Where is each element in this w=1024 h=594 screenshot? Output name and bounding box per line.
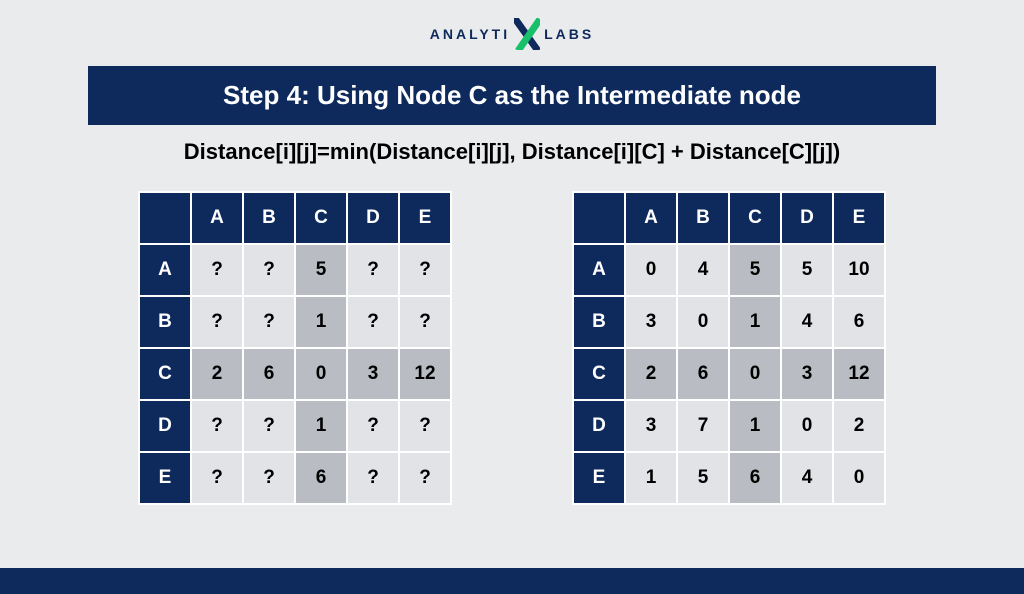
matrix-left-row-header: B [140, 297, 190, 347]
footer-bar [0, 568, 1024, 594]
matrix-left-col-header: C [296, 193, 346, 243]
matrix-left-cell: ? [192, 245, 242, 295]
matrix-left-corner [140, 193, 190, 243]
matrix-left-cell: ? [400, 297, 450, 347]
matrix-left-row-header: A [140, 245, 190, 295]
matrix-right-cell: 3 [782, 349, 832, 399]
matrix-right-cell: 5 [782, 245, 832, 295]
matrix-right-cell: 4 [782, 453, 832, 503]
matrix-left-cell: ? [192, 453, 242, 503]
matrix-right-cell: 6 [834, 297, 884, 347]
step-title-banner: Step 4: Using Node C as the Intermediate… [88, 66, 936, 125]
matrix-right-col-header: A [626, 193, 676, 243]
matrix-left-cell: ? [348, 453, 398, 503]
matrix-right-cell: 6 [678, 349, 728, 399]
matrix-left-cell: 5 [296, 245, 346, 295]
matrix-right-cell: 10 [834, 245, 884, 295]
matrix-right-cell: 0 [626, 245, 676, 295]
matrix-right-col-header: B [678, 193, 728, 243]
matrix-right-row-header: D [574, 401, 624, 451]
matrix-left-cell: 6 [244, 349, 294, 399]
matrix-right-row-header: C [574, 349, 624, 399]
matrix-left-cell: 3 [348, 349, 398, 399]
tables-container: ABCDEA??5??B??1??C260312D??1??E??6?? ABC… [0, 191, 1024, 505]
matrix-right-row-header: B [574, 297, 624, 347]
matrix-right-cell: 6 [730, 453, 780, 503]
logo-text-right: LABS [544, 26, 594, 42]
matrix-left-col-header: E [400, 193, 450, 243]
matrix-left-row-header: D [140, 401, 190, 451]
matrix-right-cell: 0 [782, 401, 832, 451]
matrix-right-cell: 0 [730, 349, 780, 399]
matrix-right-row-header: A [574, 245, 624, 295]
matrix-right-cell: 0 [678, 297, 728, 347]
matrix-left-cell: 12 [400, 349, 450, 399]
formula-text: Distance[i][j]=min(Distance[i][j], Dista… [0, 139, 1024, 165]
matrix-left-cell: ? [348, 245, 398, 295]
matrix-right-cell: 12 [834, 349, 884, 399]
matrix-left-cell: 1 [296, 297, 346, 347]
matrix-right: ABCDEA045510B30146C260312D37102E15640 [572, 191, 886, 505]
matrix-right-row-header: E [574, 453, 624, 503]
matrix-right-col-header: C [730, 193, 780, 243]
matrix-right-cell: 2 [834, 401, 884, 451]
matrix-left-col-header: D [348, 193, 398, 243]
matrix-left-col-header: A [192, 193, 242, 243]
brand-logo: ANALYTI LABS [430, 18, 595, 50]
matrix-right-cell: 5 [678, 453, 728, 503]
matrix-right-cell: 5 [730, 245, 780, 295]
matrix-left-cell: 0 [296, 349, 346, 399]
matrix-right-cell: 2 [626, 349, 676, 399]
logo-text-left: ANALYTI [430, 26, 510, 42]
matrix-right-cell: 1 [730, 401, 780, 451]
matrix-right-cell: 4 [678, 245, 728, 295]
matrix-left-cell: ? [192, 297, 242, 347]
matrix-left-cell: 1 [296, 401, 346, 451]
matrix-left-cell: ? [400, 401, 450, 451]
matrix-right-cell: 3 [626, 401, 676, 451]
logo-x-icon [514, 18, 540, 50]
matrix-right-cell: 3 [626, 297, 676, 347]
matrix-right-col-header: D [782, 193, 832, 243]
matrix-left-cell: ? [244, 453, 294, 503]
matrix-right-cell: 0 [834, 453, 884, 503]
matrix-right-cell: 1 [626, 453, 676, 503]
matrix-left-cell: ? [400, 453, 450, 503]
matrix-left-cell: ? [400, 245, 450, 295]
matrix-left-row-header: E [140, 453, 190, 503]
matrix-left-cell: ? [244, 297, 294, 347]
matrix-left-cell: ? [192, 401, 242, 451]
matrix-left-cell: ? [244, 401, 294, 451]
matrix-right-col-header: E [834, 193, 884, 243]
matrix-left-cell: 2 [192, 349, 242, 399]
matrix-left-row-header: C [140, 349, 190, 399]
matrix-left-cell: 6 [296, 453, 346, 503]
matrix-left: ABCDEA??5??B??1??C260312D??1??E??6?? [138, 191, 452, 505]
logo-area: ANALYTI LABS [0, 0, 1024, 58]
matrix-left-col-header: B [244, 193, 294, 243]
matrix-left-cell: ? [348, 297, 398, 347]
matrix-right-corner [574, 193, 624, 243]
matrix-right-cell: 4 [782, 297, 832, 347]
matrix-right-cell: 1 [730, 297, 780, 347]
matrix-left-cell: ? [244, 245, 294, 295]
matrix-left-cell: ? [348, 401, 398, 451]
matrix-right-cell: 7 [678, 401, 728, 451]
